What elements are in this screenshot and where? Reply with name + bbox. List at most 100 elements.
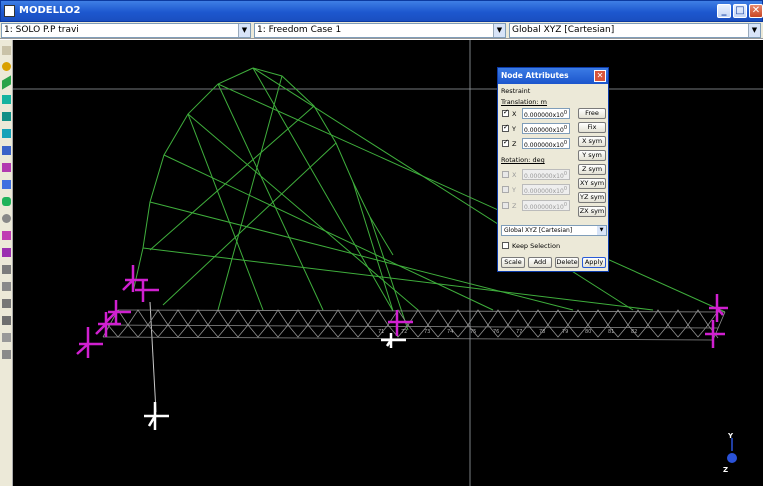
node-tool-icon[interactable]: [2, 62, 11, 71]
translation-y-field[interactable]: 0.000000x100: [522, 123, 570, 134]
restore-button[interactable]: □: [733, 4, 747, 18]
node-label: 72: [401, 329, 407, 335]
node-labels: 71 72 73 74 75 76 77 78 79 80 81 82: [378, 329, 637, 335]
apply-button[interactable]: Apply: [582, 257, 606, 268]
point-tool-icon[interactable]: [2, 214, 11, 223]
x-sym-button[interactable]: X sym: [578, 136, 606, 147]
node-label: 77: [516, 329, 522, 335]
keep-selection-checkbox[interactable]: [502, 242, 509, 249]
keep-selection-label: Keep Selection: [512, 242, 561, 250]
dialog-title: Node Attributes: [501, 71, 569, 80]
rotation-y-checkbox[interactable]: [502, 186, 509, 193]
brick-tool-icon[interactable]: [2, 112, 11, 121]
node-label: 82: [631, 329, 637, 335]
rotation-label: Rotation: deg: [501, 156, 545, 164]
translation-z-checkbox[interactable]: [502, 138, 509, 147]
minimize-button[interactable]: _: [717, 4, 731, 18]
chevron-down-icon[interactable]: ▼: [238, 24, 250, 37]
chevron-down-icon[interactable]: ▼: [748, 24, 760, 37]
rotation-z-label: Z: [512, 202, 517, 210]
translation-label: Translation: m: [501, 98, 548, 106]
close-button[interactable]: ✕: [749, 4, 763, 18]
scale-button[interactable]: Scale: [501, 257, 525, 268]
translation-x-label: X: [512, 110, 517, 118]
delete-button[interactable]: Delete: [555, 257, 579, 268]
dialog-coordinate-value: Global XYZ [Cartesian]: [504, 227, 573, 234]
model-drawing[interactable]: 71 72 73 74 75 76 77 78 79 80 81 82: [13, 40, 763, 486]
translation-x-checkbox[interactable]: [502, 108, 509, 117]
group-select[interactable]: 1: SOLO P.P travi ▼: [1, 23, 251, 38]
rotation-z-field[interactable]: 0.000000x100: [522, 200, 570, 211]
restraint-icon: [705, 320, 725, 348]
chevron-down-icon[interactable]: ▼: [597, 226, 606, 235]
grip-icon: [2, 46, 11, 55]
z-axis-label: Z: [723, 466, 729, 474]
node-label: 73: [424, 329, 430, 335]
y-sym-button[interactable]: Y sym: [578, 150, 606, 161]
zx-sym-button[interactable]: ZX sym: [578, 206, 606, 217]
y-axis-label: Y: [728, 432, 734, 440]
deck-structure[interactable]: [102, 309, 726, 341]
copy-tool-icon[interactable]: [2, 299, 11, 308]
app-icon: [4, 5, 15, 17]
node-label: 80: [585, 329, 591, 335]
freedom-case-select[interactable]: 1: Freedom Case 1 ▼: [254, 23, 506, 38]
restraint-tab[interactable]: Restraint: [501, 87, 530, 95]
load-tool-icon[interactable]: [2, 197, 11, 206]
report-tool-icon[interactable]: [2, 350, 11, 359]
node-label: 74: [447, 329, 453, 335]
extrude-tool-icon[interactable]: [2, 180, 11, 189]
selected-restraint-icon: [144, 402, 169, 430]
selected-restraints[interactable]: [144, 333, 406, 430]
selected-restraint-icon: [381, 333, 406, 348]
z-sym-button[interactable]: Z sym: [578, 164, 606, 175]
restraint-icon: [709, 294, 728, 322]
add-button[interactable]: Add: [528, 257, 552, 268]
grid-tool-icon[interactable]: [2, 282, 11, 291]
translation-x-field[interactable]: 0.000000x100: [522, 108, 570, 119]
translation-z-field[interactable]: 0.000000x100: [522, 138, 570, 149]
dialog-coordinate-select[interactable]: Global XYZ [Cartesian] ▼: [501, 225, 607, 236]
yz-sym-button[interactable]: YZ sym: [578, 192, 606, 203]
table-tool-icon[interactable]: [2, 316, 11, 325]
node-label: 75: [470, 329, 476, 335]
rotation-x-label: X: [512, 171, 517, 179]
selector-bar: 1: SOLO P.P travi ▼ 1: Freedom Case 1 ▼ …: [0, 22, 763, 39]
translation-y-label: Y: [512, 125, 516, 133]
chevron-down-icon[interactable]: ▼: [493, 24, 505, 37]
fix-button[interactable]: Fix: [578, 122, 606, 133]
link-tool-icon[interactable]: [2, 129, 11, 138]
freedom-case-value: 1: Freedom Case 1: [257, 25, 342, 35]
left-toolbar: [0, 40, 13, 486]
rotation-y-field[interactable]: 0.000000x100: [522, 184, 570, 195]
rotation-z-checkbox[interactable]: [502, 202, 509, 209]
rotation-x-field[interactable]: 0.000000x100: [522, 169, 570, 180]
node-label: 76: [493, 329, 499, 335]
rotation-x-checkbox[interactable]: [502, 171, 509, 178]
rotation-y-label: Y: [512, 186, 516, 194]
model-viewport[interactable]: 71 72 73 74 75 76 77 78 79 80 81 82 Y Z: [13, 40, 763, 486]
beam-tool-icon[interactable]: [2, 75, 11, 90]
hanger-cable: [149, 301, 157, 413]
attribute-tool-icon[interactable]: [2, 231, 11, 240]
mesh-tool-icon[interactable]: [2, 265, 11, 274]
subdivide-tool-icon[interactable]: [2, 146, 11, 155]
restraint-icon: [105, 300, 131, 325]
restraint-tool-icon[interactable]: [2, 163, 11, 172]
title-bar[interactable]: MODELLO2 _ □ ✕: [0, 0, 763, 22]
translation-y-checkbox[interactable]: [502, 123, 509, 132]
dialog-title-bar[interactable]: Node Attributes ✕: [498, 68, 608, 84]
coordinate-system-value: Global XYZ [Cartesian]: [512, 25, 615, 35]
free-button[interactable]: Free: [578, 108, 606, 119]
node-label: 78: [539, 329, 545, 335]
measure-tool-icon[interactable]: [2, 333, 11, 342]
support-tool-icon[interactable]: [2, 248, 11, 257]
plate-tool-icon[interactable]: [2, 95, 11, 104]
z-axis-dot-icon: [727, 453, 737, 463]
arch-structure[interactable]: [132, 67, 726, 331]
coordinate-system-select[interactable]: Global XYZ [Cartesian] ▼: [509, 23, 761, 38]
dialog-close-button[interactable]: ✕: [594, 70, 606, 82]
node-attributes-dialog[interactable]: Node Attributes ✕ Restraint Translation:…: [497, 67, 609, 272]
restraint-icon: [135, 280, 159, 302]
xy-sym-button[interactable]: XY sym: [578, 178, 606, 189]
